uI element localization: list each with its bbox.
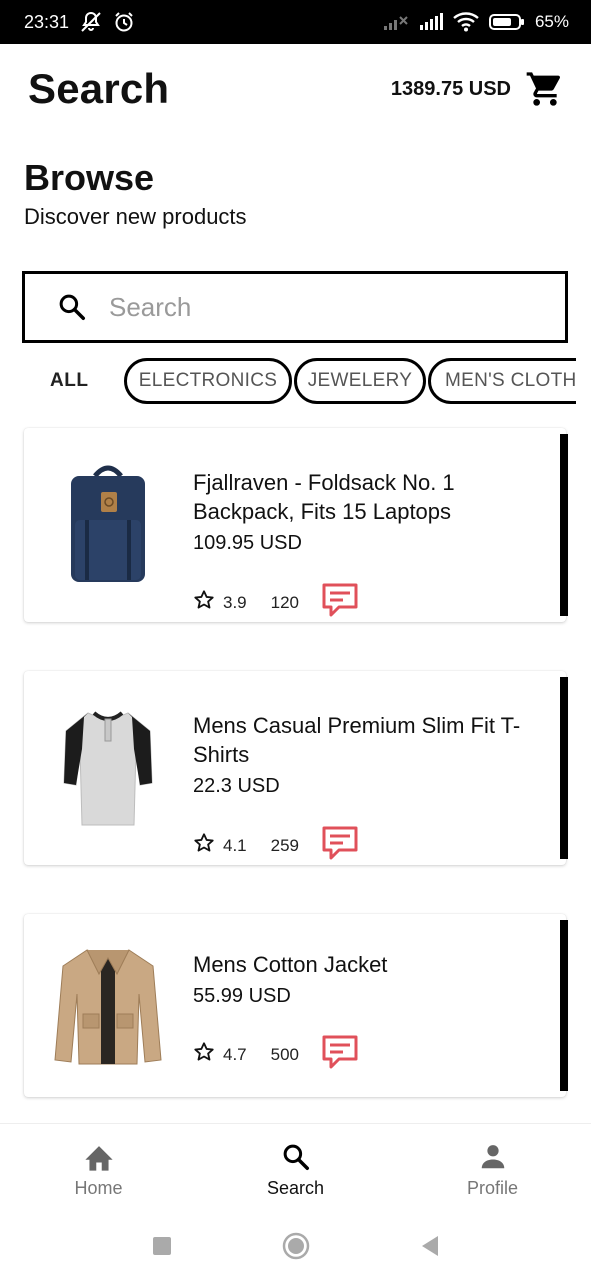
nav-home[interactable]: Home xyxy=(0,1124,197,1217)
signal-strength-icon xyxy=(419,13,443,31)
browse-section: Browse Discover new products xyxy=(24,158,247,230)
battery-icon xyxy=(488,13,525,31)
app-header: Search 1389.75 USD xyxy=(0,44,591,134)
person-icon xyxy=(477,1142,509,1172)
cart-icon[interactable] xyxy=(525,69,565,109)
product-rating: 4.7 xyxy=(223,1044,247,1064)
home-button[interactable] xyxy=(282,1232,310,1265)
nav-home-label: Home xyxy=(74,1178,123,1198)
product-meta: 4.1 259 xyxy=(193,825,359,866)
star-outline-icon xyxy=(193,1041,215,1068)
browse-title: Browse xyxy=(24,157,155,198)
home-icon xyxy=(82,1142,116,1172)
product-image-t-shirt xyxy=(52,703,164,831)
nav-profile-label: Profile xyxy=(466,1178,519,1198)
chip-jewelery[interactable]: JEWELERY xyxy=(294,358,426,404)
system-nav-bar xyxy=(0,1217,591,1280)
product-title: Mens Casual Premium Slim Fit T-Shirts xyxy=(193,713,521,767)
product-price: 22.3 USD xyxy=(193,775,280,797)
chip-mens-clothing[interactable]: MEN'S CLOTHING xyxy=(428,358,576,404)
product-image-backpack xyxy=(52,460,164,588)
comment-icon[interactable] xyxy=(321,825,359,866)
browse-subtitle: Discover new products xyxy=(24,204,247,229)
nav-profile[interactable]: Profile xyxy=(394,1124,591,1217)
wifi-icon xyxy=(453,12,479,32)
product-image-jacket xyxy=(52,942,164,1070)
status-bar: 23:31 65% xyxy=(0,0,591,44)
search-icon xyxy=(57,292,87,322)
back-button[interactable] xyxy=(420,1235,440,1262)
product-meta: 3.9 120 xyxy=(193,582,359,623)
product-meta: 4.7 500 xyxy=(193,1034,359,1075)
product-price: 55.99 USD xyxy=(193,985,291,1007)
product-card[interactable]: Mens Casual Premium Slim Fit T-Shirts 22… xyxy=(24,671,568,866)
battery-percent: 65% xyxy=(534,12,569,31)
search-icon xyxy=(280,1142,312,1172)
product-rating: 3.9 xyxy=(223,592,247,612)
product-rating-count: 500 xyxy=(270,1044,300,1064)
product-rating-count: 120 xyxy=(270,592,300,612)
product-card[interactable]: Mens Cotton Jacket 55.99 USD 4.7 500 xyxy=(24,914,568,1097)
card-accent-bar xyxy=(560,434,568,616)
signal-icon xyxy=(383,13,409,31)
comment-icon[interactable] xyxy=(321,1034,359,1075)
recents-button[interactable] xyxy=(152,1236,172,1261)
nav-search-label: Search xyxy=(266,1178,325,1198)
star-outline-icon xyxy=(193,589,215,616)
product-price: 109.95 USD xyxy=(193,532,302,554)
notifications-off-icon xyxy=(79,11,103,33)
product-title: Fjallraven - Foldsack No. 1 Backpack, Fi… xyxy=(193,470,455,524)
product-rating-count: 259 xyxy=(270,835,300,855)
star-outline-icon xyxy=(193,832,215,859)
comment-icon[interactable] xyxy=(321,582,359,623)
chip-electronics[interactable]: ELECTRONICS xyxy=(124,358,292,404)
card-accent-bar xyxy=(560,677,568,859)
search-input[interactable] xyxy=(109,291,529,323)
status-time: 23:31 xyxy=(24,11,70,32)
product-rating: 4.1 xyxy=(223,835,247,855)
alarm-icon xyxy=(113,11,135,33)
category-chips: ALL ELECTRONICS JEWELERY MEN'S CLOTHING xyxy=(0,358,576,406)
bottom-nav: Home Search Profile xyxy=(0,1123,591,1217)
page-title: Search xyxy=(28,65,170,112)
nav-search[interactable]: Search xyxy=(197,1124,394,1217)
product-title: Mens Cotton Jacket xyxy=(193,952,388,977)
cart-balance: 1389.75 USD xyxy=(390,77,511,100)
search-box[interactable] xyxy=(22,271,568,343)
chip-all[interactable]: ALL xyxy=(36,358,102,404)
product-card[interactable]: Fjallraven - Foldsack No. 1 Backpack, Fi… xyxy=(24,428,568,623)
card-accent-bar xyxy=(560,920,568,1091)
